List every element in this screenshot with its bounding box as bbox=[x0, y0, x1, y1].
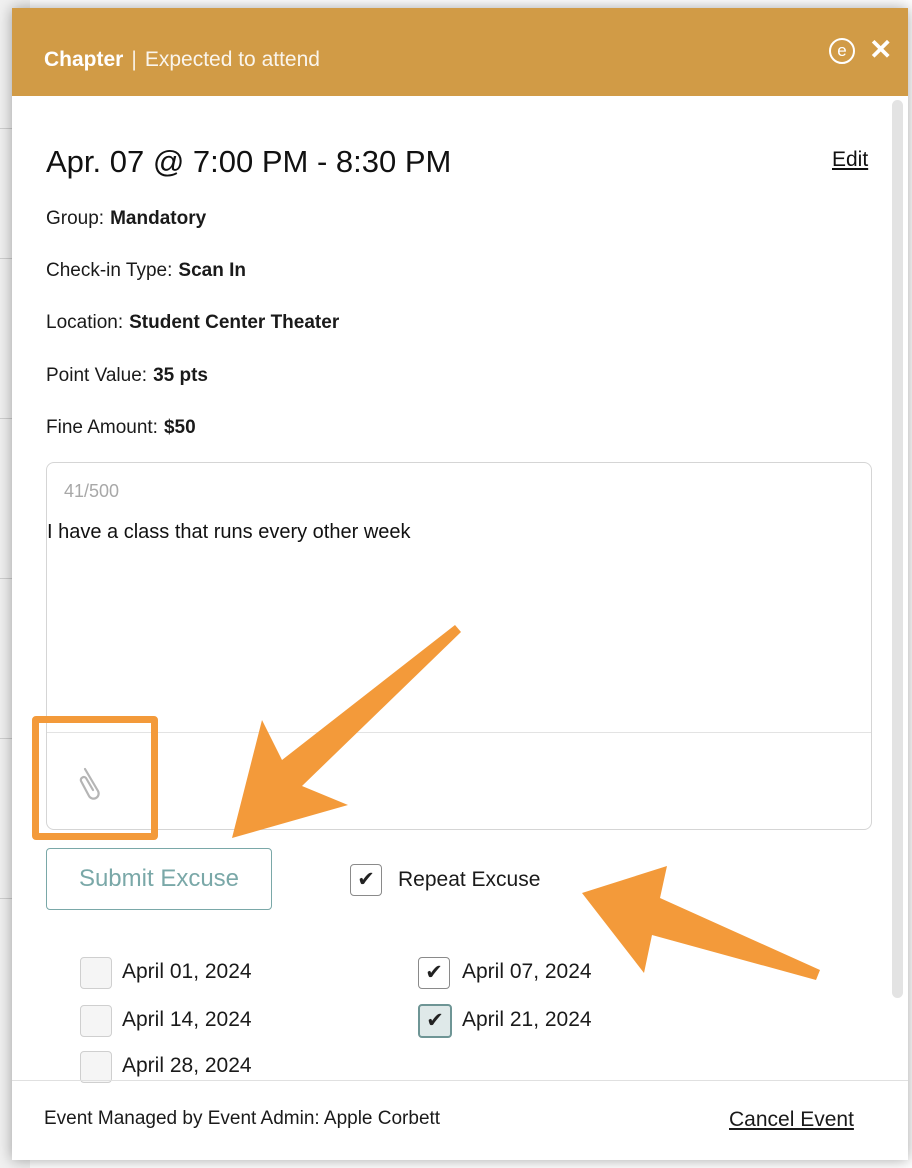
group-value: Mandatory bbox=[110, 208, 207, 229]
header-separator: | bbox=[131, 48, 137, 71]
date-checkbox-apr-21[interactable]: ✔ bbox=[418, 1004, 452, 1038]
fine-label: Fine Amount: bbox=[46, 417, 158, 438]
date-checkbox-apr-07[interactable]: ✔ bbox=[418, 957, 450, 989]
date-label-apr-07: April 07, 2024 bbox=[462, 960, 592, 983]
scrollbar[interactable] bbox=[892, 100, 903, 998]
location-value: Student Center Theater bbox=[129, 312, 340, 333]
check-icon: ✔ bbox=[357, 868, 375, 891]
submit-excuse-button[interactable]: Submit Excuse bbox=[46, 848, 272, 910]
arrow-to-repeat-excuse bbox=[582, 866, 820, 980]
check-icon: ✔ bbox=[426, 1009, 444, 1032]
group-row: Group: Mandatory bbox=[46, 208, 206, 230]
date-label-apr-14: April 14, 2024 bbox=[122, 1008, 252, 1031]
checkin-row: Check-in Type: Scan In bbox=[46, 260, 246, 282]
attachment-highlight-box bbox=[32, 716, 158, 840]
fine-row: Fine Amount: $50 bbox=[46, 417, 196, 439]
header-category: Chapter bbox=[44, 48, 124, 71]
check-icon: ✔ bbox=[425, 961, 443, 984]
date-checkbox-apr-01[interactable] bbox=[80, 957, 112, 989]
header-title: Chapter | Expected to attend bbox=[44, 48, 320, 72]
event-title: Apr. 07 @ 7:00 PM - 8:30 PM bbox=[46, 144, 452, 179]
event-modal: Chapter | Expected to attend e ✕ Apr. 07 @… bbox=[12, 8, 908, 1160]
fine-value: $50 bbox=[163, 417, 196, 438]
date-label-apr-01: April 01, 2024 bbox=[122, 960, 252, 983]
location-row: Location: Student Center Theater bbox=[46, 312, 339, 334]
checkin-label: Check-in Type: bbox=[46, 260, 173, 281]
cancel-event-link[interactable]: Cancel Event bbox=[729, 1108, 854, 1132]
date-label-apr-28: April 28, 2024 bbox=[122, 1054, 252, 1077]
modal-header: Chapter | Expected to attend e ✕ bbox=[12, 8, 908, 96]
edit-link[interactable]: Edit bbox=[832, 148, 868, 172]
points-label: Point Value: bbox=[46, 365, 148, 386]
checkin-value: Scan In bbox=[178, 260, 246, 281]
char-counter: 41/500 bbox=[64, 481, 120, 501]
date-label-apr-21: April 21, 2024 bbox=[462, 1008, 592, 1031]
footer-divider bbox=[12, 1080, 908, 1081]
date-checkbox-apr-14[interactable] bbox=[80, 1005, 112, 1037]
excuse-textarea[interactable]: 41/500 I have a class that runs every ot… bbox=[46, 462, 872, 830]
location-label: Location: bbox=[46, 312, 124, 333]
points-row: Point Value: 35 pts bbox=[46, 365, 208, 387]
excuse-text[interactable]: I have a class that runs every other wee… bbox=[47, 521, 411, 544]
textarea-divider bbox=[47, 732, 871, 733]
repeat-excuse-label: Repeat Excuse bbox=[398, 868, 541, 891]
points-value: 35 pts bbox=[153, 365, 208, 386]
date-checkbox-apr-28[interactable] bbox=[80, 1051, 112, 1083]
group-label: Group: bbox=[46, 208, 105, 229]
header-subtitle: Expected to attend bbox=[144, 48, 320, 71]
event-managed-by: Event Managed by Event Admin: Apple Corb… bbox=[44, 1108, 441, 1129]
brand-logo-icon[interactable]: e bbox=[829, 38, 855, 64]
repeat-excuse-checkbox[interactable]: ✔ bbox=[350, 864, 382, 896]
close-icon[interactable]: ✕ bbox=[869, 36, 892, 64]
